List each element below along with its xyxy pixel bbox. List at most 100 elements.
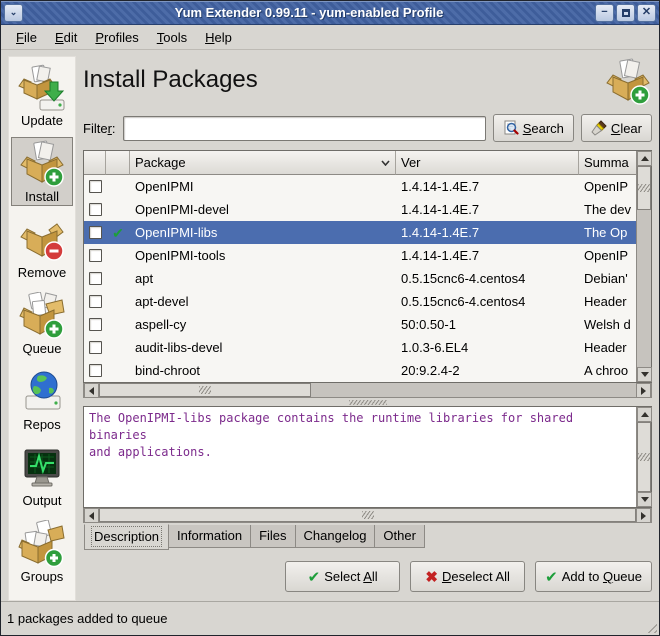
table-row-selected[interactable]: ✔ OpenIPMI-libs 1.4.14-1.4E.7 The Op bbox=[84, 221, 636, 244]
row-checkbox[interactable] bbox=[89, 295, 102, 308]
row-checkbox[interactable] bbox=[89, 318, 102, 331]
package-description-text[interactable]: The OpenIPMI-libs package contains the r… bbox=[84, 407, 636, 507]
select-all-button[interactable]: ✔ Select All bbox=[285, 561, 400, 592]
sidebar-item-queue[interactable]: Queue bbox=[11, 289, 73, 358]
groups-icon bbox=[18, 520, 66, 568]
table-row[interactable]: OpenIPMI 1.4.14-1.4E.7 OpenIP bbox=[84, 175, 636, 198]
table-horizontal-scrollbar[interactable] bbox=[83, 383, 652, 398]
scroll-right-button[interactable] bbox=[636, 383, 651, 398]
row-checkbox[interactable] bbox=[89, 272, 102, 285]
filter-input[interactable] bbox=[123, 116, 486, 141]
row-checkbox[interactable] bbox=[89, 203, 102, 216]
minimize-button[interactable]: − bbox=[595, 4, 614, 22]
sidebar-item-install[interactable]: Install bbox=[11, 137, 73, 206]
package-summary: Welsh d bbox=[579, 317, 636, 332]
description-horizontal-scrollbar[interactable] bbox=[83, 508, 652, 523]
scrollbar-thumb[interactable] bbox=[99, 508, 636, 522]
sidebar-item-update[interactable]: Update bbox=[11, 61, 73, 130]
install-packages-icon bbox=[604, 58, 652, 106]
package-name: OpenIPMI-devel bbox=[130, 202, 396, 217]
menubar: File Edit Profiles Tools Help bbox=[1, 25, 659, 50]
window-title: Yum Extender 0.99.11 - yum-enabled Profi… bbox=[26, 5, 592, 20]
cross-icon: ✖ bbox=[425, 568, 438, 586]
search-button[interactable]: Search bbox=[493, 114, 574, 142]
package-summary: OpenIP bbox=[579, 179, 636, 194]
row-checkbox[interactable] bbox=[89, 249, 102, 262]
table-vertical-scrollbar[interactable] bbox=[636, 151, 651, 382]
column-header-checkbox[interactable] bbox=[84, 151, 106, 175]
scroll-up-button[interactable] bbox=[637, 151, 652, 166]
tab-changelog[interactable]: Changelog bbox=[296, 525, 376, 548]
table-row[interactable]: OpenIPMI-tools 1.4.14-1.4E.7 OpenIP bbox=[84, 244, 636, 267]
menu-tools[interactable]: Tools bbox=[148, 27, 196, 48]
table-row[interactable]: bind-chroot 20:9.2.4-2 A chroo bbox=[84, 359, 636, 382]
titlebar[interactable]: ⌄ Yum Extender 0.99.11 - yum-enabled Pro… bbox=[1, 1, 659, 25]
sidebar-item-output[interactable]: Output bbox=[11, 441, 73, 510]
menu-help[interactable]: Help bbox=[196, 27, 241, 48]
tab-information[interactable]: Information bbox=[169, 525, 251, 548]
clear-brush-icon bbox=[591, 120, 607, 136]
sidebar-label: Output bbox=[22, 493, 61, 508]
package-version: 0.5.15cnc6-4.centos4 bbox=[396, 271, 579, 286]
package-version: 1.0.3-6.EL4 bbox=[396, 340, 579, 355]
sort-descending-icon bbox=[381, 160, 390, 166]
package-table: Package Ver Summa OpenIPMI 1.4.14-1.4E.7… bbox=[83, 150, 652, 383]
description-vertical-scrollbar[interactable] bbox=[636, 407, 651, 507]
row-checkbox[interactable] bbox=[89, 226, 102, 239]
page-title: Install Packages bbox=[83, 58, 258, 94]
package-version: 20:9.2.4-2 bbox=[396, 363, 579, 378]
table-row[interactable]: apt 0.5.15cnc6-4.centos4 Debian' bbox=[84, 267, 636, 290]
maximize-button[interactable] bbox=[616, 4, 635, 22]
sidebar-label: Install bbox=[25, 189, 59, 204]
install-icon bbox=[18, 140, 66, 188]
package-summary: A chroo bbox=[579, 363, 636, 378]
scrollbar-thumb[interactable] bbox=[637, 166, 651, 210]
package-version: 1.4.14-1.4E.7 bbox=[396, 202, 579, 217]
tab-files[interactable]: Files bbox=[251, 525, 295, 548]
package-name: bind-chroot bbox=[130, 363, 396, 378]
check-icon: ✔ bbox=[308, 568, 321, 586]
row-checkbox[interactable] bbox=[89, 341, 102, 354]
close-button[interactable]: ✕ bbox=[637, 4, 656, 22]
update-icon bbox=[18, 64, 66, 112]
package-name: apt-devel bbox=[130, 294, 396, 309]
search-icon bbox=[503, 120, 519, 136]
package-name: OpenIPMI bbox=[130, 179, 396, 194]
scroll-down-button[interactable] bbox=[637, 367, 652, 382]
status-message: 1 packages added to queue bbox=[7, 611, 167, 626]
resize-grip[interactable] bbox=[644, 620, 657, 633]
scroll-left-button[interactable] bbox=[84, 508, 99, 523]
scroll-right-button[interactable] bbox=[636, 508, 651, 523]
pane-resize-handle[interactable] bbox=[83, 398, 652, 406]
menu-file[interactable]: File bbox=[7, 27, 46, 48]
menu-edit[interactable]: Edit bbox=[46, 27, 86, 48]
add-to-queue-button[interactable]: ✔ Add to Queue bbox=[535, 561, 652, 592]
scrollbar-thumb[interactable] bbox=[637, 422, 651, 492]
scrollbar-thumb[interactable] bbox=[99, 383, 311, 397]
column-header-ver[interactable]: Ver bbox=[396, 151, 579, 175]
window-menu-button[interactable]: ⌄ bbox=[4, 4, 23, 22]
sidebar-item-remove[interactable]: Remove bbox=[11, 213, 73, 282]
check-icon: ✔ bbox=[545, 568, 558, 586]
column-header-icon[interactable] bbox=[106, 151, 130, 175]
scroll-down-button[interactable] bbox=[637, 492, 652, 507]
scroll-left-button[interactable] bbox=[84, 383, 99, 398]
scroll-up-button[interactable] bbox=[637, 407, 652, 422]
table-row[interactable]: apt-devel 0.5.15cnc6-4.centos4 Header bbox=[84, 290, 636, 313]
tab-description[interactable]: Description bbox=[84, 524, 169, 550]
table-row[interactable]: aspell-cy 50:0.50-1 Welsh d bbox=[84, 313, 636, 336]
table-row[interactable]: audit-libs-devel 1.0.3-6.EL4 Header bbox=[84, 336, 636, 359]
table-row[interactable]: OpenIPMI-devel 1.4.14-1.4E.7 The dev bbox=[84, 198, 636, 221]
row-checkbox[interactable] bbox=[89, 364, 102, 377]
package-version: 1.4.14-1.4E.7 bbox=[396, 225, 579, 240]
tab-other[interactable]: Other bbox=[375, 525, 425, 548]
maximize-icon bbox=[622, 9, 630, 17]
row-checkbox[interactable] bbox=[89, 180, 102, 193]
clear-button[interactable]: Clear bbox=[581, 114, 652, 142]
column-header-summary[interactable]: Summa bbox=[579, 151, 636, 175]
column-header-package[interactable]: Package bbox=[130, 151, 396, 175]
sidebar-item-repos[interactable]: Repos bbox=[11, 365, 73, 434]
deselect-all-button[interactable]: ✖ Deselect All bbox=[410, 561, 525, 592]
sidebar-item-groups[interactable]: Groups bbox=[11, 517, 73, 586]
menu-profiles[interactable]: Profiles bbox=[86, 27, 147, 48]
